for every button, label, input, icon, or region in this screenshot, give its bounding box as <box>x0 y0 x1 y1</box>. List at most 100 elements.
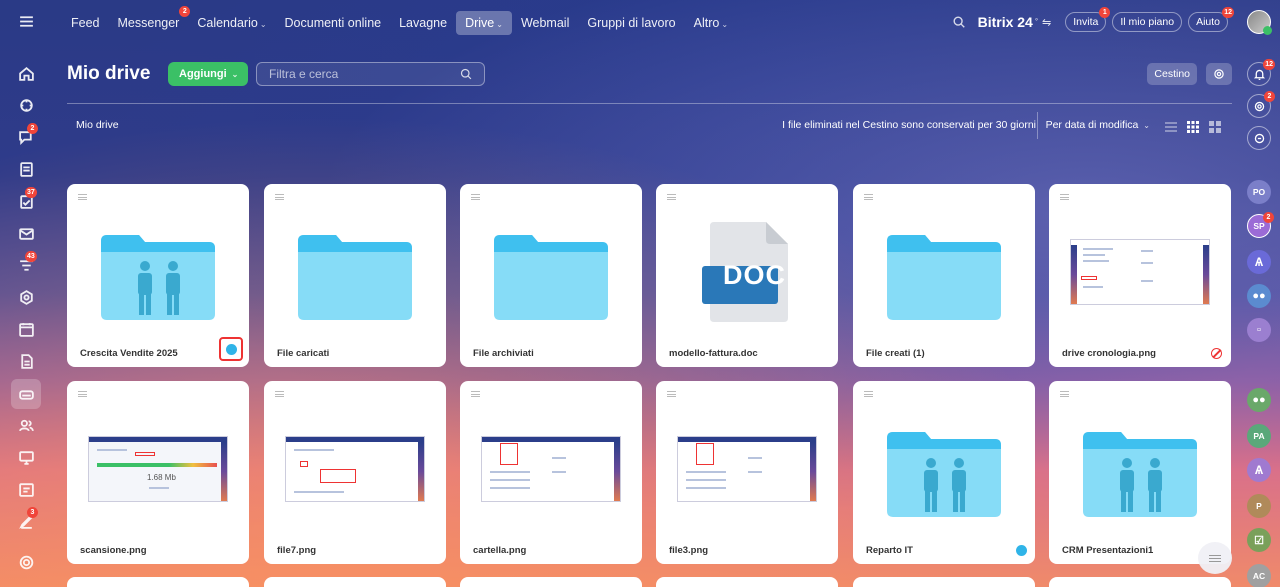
nav-more[interactable]: Altro ⌄ <box>685 11 737 35</box>
list-view-icon[interactable] <box>1164 118 1178 132</box>
nav-label: Calendario <box>197 15 258 30</box>
help-button[interactable]: Aiuto 12 <box>1188 7 1234 32</box>
invite-button[interactable]: Invita 1 <box>1065 7 1111 32</box>
bell-icon[interactable]: 12 <box>1247 59 1275 86</box>
menu-icon[interactable] <box>13 8 39 34</box>
contact-avatar[interactable]: PO <box>1247 180 1271 204</box>
nav-boards[interactable]: Lavagne <box>390 11 456 35</box>
copilot-icon[interactable] <box>13 92 39 118</box>
breadcrumb[interactable]: Mio drive <box>76 112 119 138</box>
search-chat-icon[interactable] <box>1247 126 1271 150</box>
drag-handle-icon[interactable] <box>275 391 284 397</box>
file-card[interactable]: CRM Presentazioni1 <box>1049 381 1231 564</box>
file-card[interactable]: File archiviati <box>460 184 642 367</box>
large-grid-view-icon[interactable] <box>1208 118 1222 133</box>
add-button[interactable]: Aggiungi ⌄ <box>168 62 248 86</box>
chat-avatar[interactable]: ▫ <box>1247 318 1271 342</box>
group-avatar[interactable]: ●● <box>1247 284 1271 308</box>
shared-cloud-icon[interactable] <box>219 337 243 361</box>
contact-avatar[interactable]: P <box>1247 494 1271 518</box>
drag-handle-icon[interactable] <box>1060 194 1069 200</box>
settings-button[interactable] <box>1206 63 1232 85</box>
monitor-icon[interactable] <box>13 444 39 470</box>
chevron-down-icon: ⌄ <box>259 19 267 29</box>
home-icon[interactable] <box>13 60 39 86</box>
file-card[interactable]: Crescita Vendite 2025 <box>67 184 249 367</box>
file-card[interactable] <box>67 577 249 587</box>
search-icon[interactable] <box>460 68 472 80</box>
file-card[interactable]: cartella.png <box>460 381 642 564</box>
file-card[interactable]: 1.68 Mb scansione.png <box>67 381 249 564</box>
user-avatar[interactable] <box>1247 10 1272 35</box>
drag-handle-icon[interactable] <box>471 194 480 200</box>
file-card[interactable]: file7.png <box>264 381 446 564</box>
drive-icon[interactable] <box>11 379 41 409</box>
shared-cloud-icon[interactable] <box>1016 545 1027 556</box>
contact-avatar[interactable]: AC <box>1247 564 1271 587</box>
avatar-badge: 2 <box>1263 212 1274 223</box>
brand-logo[interactable]: Bitrix 24 ◦ <box>978 14 1038 30</box>
quick-menu-button[interactable] <box>1198 542 1232 574</box>
group-avatar[interactable]: ●● <box>1247 388 1271 412</box>
tasks-icon[interactable]: 37 <box>13 187 39 214</box>
drag-handle-icon[interactable] <box>471 391 480 397</box>
copilot-avatar[interactable]: Ѧ <box>1247 250 1271 274</box>
settings-icon[interactable] <box>13 549 39 575</box>
drag-handle-icon[interactable] <box>78 391 87 397</box>
drag-handle-icon[interactable] <box>864 391 873 397</box>
chat-icon[interactable]: 2 <box>13 123 39 150</box>
plan-button[interactable]: Il mio piano <box>1112 12 1183 32</box>
search-input[interactable] <box>257 63 447 85</box>
file-card[interactable]: File creati (1) <box>853 184 1035 367</box>
schedule-icon[interactable] <box>13 476 39 502</box>
trash-button[interactable]: Cestino <box>1147 63 1197 85</box>
file-card[interactable]: File caricati <box>264 184 446 367</box>
contact-avatar[interactable]: SP 2 <box>1247 212 1274 238</box>
grid-view-icon[interactable] <box>1186 118 1200 133</box>
drag-handle-icon[interactable] <box>667 194 676 200</box>
hexagon-icon[interactable] <box>13 284 39 310</box>
nav-feed[interactable]: Feed <box>62 11 109 35</box>
drag-handle-icon[interactable] <box>78 194 87 200</box>
file-card[interactable] <box>1049 577 1231 587</box>
file-name: file3.png <box>669 545 709 556</box>
signature-badge: 3 <box>27 507 38 518</box>
nav-label: Feed <box>71 15 100 30</box>
filter-icon[interactable]: 43 <box>13 251 39 278</box>
search-icon[interactable] <box>952 15 966 29</box>
document-icon[interactable] <box>13 348 39 374</box>
drag-handle-icon[interactable] <box>1060 391 1069 397</box>
file-card[interactable] <box>264 577 446 587</box>
file-card[interactable] <box>853 577 1035 587</box>
file-card[interactable]: DOC modello-fattura.doc <box>656 184 838 367</box>
nav-drive[interactable]: Drive ⌄ <box>456 10 512 35</box>
nav-workgroups[interactable]: Gruppi di lavoro <box>578 11 684 35</box>
signature-icon[interactable]: 3 <box>13 507 39 534</box>
contact-avatar[interactable]: PA <box>1247 424 1271 448</box>
toggle-icon[interactable]: ⇋ <box>1042 16 1051 29</box>
file-card[interactable]: drive cronologia.png <box>1049 184 1231 367</box>
copilot-avatar[interactable]: Ѧ <box>1247 458 1271 482</box>
calendar-icon[interactable] <box>13 316 39 342</box>
nav-calendar[interactable]: Calendario ⌄ <box>188 11 275 35</box>
search-field[interactable] <box>256 62 485 86</box>
nav-messenger[interactable]: Messenger 2 <box>109 5 191 35</box>
nav-online-documents[interactable]: Documenti online <box>276 11 391 35</box>
file-card[interactable]: Reparto IT <box>853 381 1035 564</box>
drag-handle-icon[interactable] <box>667 391 676 397</box>
feed-icon[interactable] <box>13 156 39 182</box>
copilot-chat-icon[interactable]: 2 <box>1247 91 1275 118</box>
task-avatar[interactable]: ☑ <box>1247 528 1271 552</box>
cloud-icon: ◦ <box>1034 14 1039 24</box>
nav-webmail[interactable]: Webmail <box>512 11 578 35</box>
left-sidebar: 2 37 43 3 <box>0 0 52 587</box>
mail-icon[interactable] <box>13 220 39 246</box>
file-card[interactable] <box>656 577 838 587</box>
file-card[interactable] <box>460 577 642 587</box>
sort-dropdown[interactable]: Per data di modifica ⌄ <box>1036 112 1150 139</box>
users-icon[interactable] <box>13 412 39 438</box>
file-card[interactable]: file3.png <box>656 381 838 564</box>
nav-label: Messenger <box>117 15 180 30</box>
drag-handle-icon[interactable] <box>275 194 284 200</box>
drag-handle-icon[interactable] <box>864 194 873 200</box>
